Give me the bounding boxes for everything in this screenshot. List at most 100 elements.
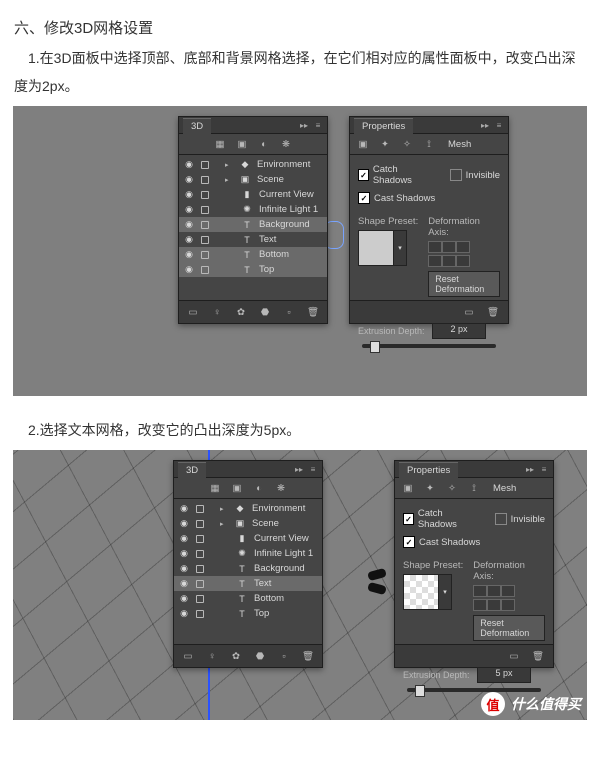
visibility-toggle-icon[interactable]: ◉ — [183, 219, 195, 231]
coord-mode-icon[interactable]: ⟟ — [467, 481, 481, 495]
selection-box-icon[interactable] — [201, 266, 209, 274]
cap-mode-icon[interactable]: ✧ — [400, 137, 414, 151]
extrusion-depth-input[interactable]: 5 px — [477, 667, 531, 683]
ground-plane-icon[interactable]: ▭ — [186, 305, 200, 319]
scene-tree-row[interactable]: ◉TTop — [174, 606, 322, 621]
menu-icon[interactable]: ≡ — [494, 121, 504, 129]
invisible-checkbox[interactable]: Invisible — [495, 508, 545, 530]
scene-tree-row[interactable]: ◉▸▣Scene — [174, 516, 322, 531]
menu-icon[interactable]: ≡ — [539, 465, 549, 473]
disclosure-icon[interactable]: ▸ — [225, 161, 233, 169]
filter-all-icon[interactable]: ▦ — [208, 481, 222, 495]
panel-3d-titlebar[interactable]: 3D ▸▸ ≡ — [174, 461, 322, 478]
collapse-icon[interactable]: ▸▸ — [294, 465, 304, 473]
shape-preset-dropdown[interactable]: ▾ — [394, 230, 407, 266]
tab-3d[interactable]: 3D — [183, 118, 211, 134]
reset-deformation-button[interactable]: Reset Deformation — [473, 615, 545, 641]
selection-box-icon[interactable] — [196, 595, 204, 603]
filter-material-icon[interactable]: ◐ — [257, 137, 271, 151]
coord-mode-icon[interactable]: ⟟ — [422, 137, 436, 151]
selection-box-icon[interactable] — [201, 221, 209, 229]
selection-box-icon[interactable] — [201, 206, 209, 214]
trash-icon[interactable]: 🗑 — [301, 649, 315, 663]
selection-box-icon[interactable] — [201, 176, 209, 184]
scene-tree-row[interactable]: ◉TTop — [179, 262, 327, 277]
light-icon[interactable]: ♀ — [210, 305, 224, 319]
scene-tree-row[interactable]: ◉✺Infinite Light 1 — [179, 202, 327, 217]
visibility-toggle-icon[interactable]: ◉ — [183, 234, 195, 246]
visibility-toggle-icon[interactable]: ◉ — [178, 608, 190, 620]
filter-light-icon[interactable]: ❋ — [279, 137, 293, 151]
add-icon[interactable]: ⬣ — [258, 305, 272, 319]
scene-tree-row[interactable]: ◉TText — [179, 232, 327, 247]
catch-shadows-checkbox[interactable]: ✓Catch Shadows — [403, 508, 477, 530]
scene-tree-row[interactable]: ◉▸▣Scene — [179, 172, 327, 187]
cap-mode-icon[interactable]: ✧ — [445, 481, 459, 495]
visibility-toggle-icon[interactable]: ◉ — [178, 563, 190, 575]
scene-tree-row[interactable]: ◉TBackground — [179, 217, 327, 232]
tab-3d[interactable]: 3D — [178, 462, 206, 478]
light-icon[interactable]: ♀ — [205, 649, 219, 663]
disclosure-icon[interactable]: ▸ — [225, 176, 233, 184]
trash-icon[interactable]: 🗑 — [486, 305, 500, 319]
selection-box-icon[interactable] — [196, 565, 204, 573]
add-icon[interactable]: ⬣ — [253, 649, 267, 663]
collapse-icon[interactable]: ▸▸ — [299, 121, 309, 129]
scene-tree-row[interactable]: ◉✺Infinite Light 1 — [174, 546, 322, 561]
panel-3d-titlebar[interactable]: 3D ▸▸ ≡ — [179, 117, 327, 134]
scene-tree-row[interactable]: ◉TText — [174, 576, 322, 591]
selection-box-icon[interactable] — [196, 520, 204, 528]
selection-box-icon[interactable] — [196, 505, 204, 513]
reset-deformation-button[interactable]: Reset Deformation — [428, 271, 500, 297]
camera-icon[interactable]: ✿ — [234, 305, 248, 319]
selection-box-icon[interactable] — [196, 550, 204, 558]
ground-plane-icon[interactable]: ▭ — [181, 649, 195, 663]
render-icon[interactable]: ▭ — [462, 305, 476, 319]
scene-tree-row[interactable]: ◉▮Current View — [179, 187, 327, 202]
invisible-checkbox[interactable]: Invisible — [450, 164, 500, 186]
cast-shadows-checkbox[interactable]: ✓Cast Shadows — [358, 192, 500, 204]
selection-box-icon[interactable] — [201, 191, 209, 199]
disclosure-icon[interactable]: ▸ — [220, 520, 228, 528]
visibility-toggle-icon[interactable]: ◉ — [183, 264, 195, 276]
trash-icon[interactable]: 🗑 — [306, 305, 320, 319]
mesh-mode-icon[interactable]: ▣ — [401, 481, 415, 495]
scene-tree-row[interactable]: ◉▮Current View — [174, 531, 322, 546]
shape-preset-swatch[interactable] — [358, 230, 394, 266]
filter-mesh-icon[interactable]: ▣ — [230, 481, 244, 495]
selection-box-icon[interactable] — [196, 580, 204, 588]
collapse-icon[interactable]: ▸▸ — [525, 465, 535, 473]
mesh-mode-icon[interactable]: ▣ — [356, 137, 370, 151]
tab-properties[interactable]: Properties — [399, 462, 458, 478]
deform-mode-icon[interactable]: ✦ — [423, 481, 437, 495]
shape-preset-swatch[interactable] — [403, 574, 439, 610]
visibility-toggle-icon[interactable]: ◉ — [178, 578, 190, 590]
menu-icon[interactable]: ≡ — [308, 465, 318, 473]
visibility-toggle-icon[interactable]: ◉ — [183, 159, 195, 171]
new-icon[interactable]: ▫ — [277, 649, 291, 663]
visibility-toggle-icon[interactable]: ◉ — [178, 533, 190, 545]
visibility-toggle-icon[interactable]: ◉ — [183, 174, 195, 186]
deform-mode-icon[interactable]: ✦ — [378, 137, 392, 151]
scene-tree-row[interactable]: ◉TBottom — [179, 247, 327, 262]
collapse-icon[interactable]: ▸▸ — [480, 121, 490, 129]
new-icon[interactable]: ▫ — [282, 305, 296, 319]
deform-axis-grid[interactable] — [473, 585, 545, 611]
cast-shadows-checkbox[interactable]: ✓Cast Shadows — [403, 536, 545, 548]
visibility-toggle-icon[interactable]: ◉ — [183, 204, 195, 216]
panel-properties-titlebar[interactable]: Properties ▸▸ ≡ — [395, 461, 553, 478]
visibility-toggle-icon[interactable]: ◉ — [183, 189, 195, 201]
selection-box-icon[interactable] — [196, 610, 204, 618]
scene-tree-row[interactable]: ◉TBottom — [174, 591, 322, 606]
visibility-toggle-icon[interactable]: ◉ — [178, 593, 190, 605]
extrusion-depth-input[interactable]: 2 px — [432, 323, 486, 339]
menu-icon[interactable]: ≡ — [313, 121, 323, 129]
selection-box-icon[interactable] — [201, 161, 209, 169]
scene-tree-row[interactable]: ◉▸◆Environment — [179, 157, 327, 172]
selection-box-icon[interactable] — [201, 236, 209, 244]
visibility-toggle-icon[interactable]: ◉ — [178, 548, 190, 560]
shape-preset-dropdown[interactable]: ▾ — [439, 574, 452, 610]
selection-box-icon[interactable] — [201, 251, 209, 259]
scene-tree-row[interactable]: ◉▸◆Environment — [174, 501, 322, 516]
filter-light-icon[interactable]: ❋ — [274, 481, 288, 495]
